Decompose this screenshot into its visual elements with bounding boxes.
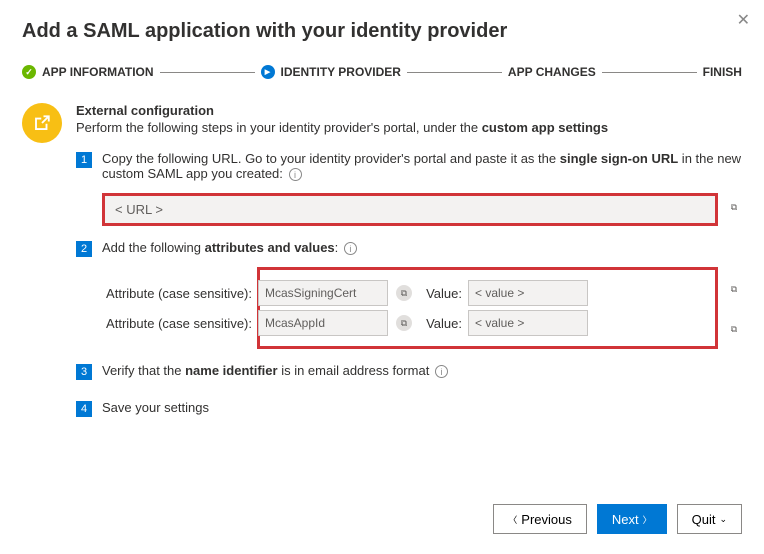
instruction-step-1: 1 Copy the following URL. Go to your ide…	[76, 151, 742, 226]
quit-button[interactable]: Quit⌄	[677, 504, 742, 534]
info-icon[interactable]: i	[289, 168, 302, 181]
step-divider	[602, 72, 697, 73]
attribute-name-input[interactable]	[258, 310, 388, 336]
chevron-right-icon: 〉	[643, 513, 652, 526]
copy-icon[interactable]: ⧉	[726, 321, 742, 337]
external-link-icon	[22, 103, 62, 143]
instruction-step-2: 2 Add the following attributes and value…	[76, 240, 742, 349]
step-number: 3	[76, 364, 92, 380]
value-label: Value:	[412, 316, 468, 331]
copy-icon[interactable]: ⧉	[396, 315, 412, 331]
check-icon	[22, 65, 36, 79]
next-button[interactable]: Next〉	[597, 504, 667, 534]
step-number: 4	[76, 401, 92, 417]
play-icon	[261, 65, 275, 79]
attributes-box: Attribute (case sensitive): ⧉ Value: Att…	[257, 267, 718, 349]
step-divider	[160, 72, 255, 73]
step-number: 1	[76, 152, 92, 168]
step-number: 2	[76, 241, 92, 257]
dialog-title: Add a SAML application with your identit…	[22, 20, 742, 43]
instruction-step-4: 4 Save your settings	[76, 400, 742, 423]
step-app-changes: APP CHANGES	[508, 65, 596, 79]
step-4-text: Save your settings	[102, 400, 742, 415]
section-description: Perform the following steps in your iden…	[76, 120, 742, 135]
chevron-down-icon: ⌄	[719, 514, 727, 525]
stepper: APP INFORMATION IDENTITY PROVIDER APP CH…	[22, 65, 742, 79]
previous-button[interactable]: 〈Previous	[493, 504, 587, 534]
copy-icon[interactable]: ⧉	[726, 200, 742, 216]
step-identity-provider: IDENTITY PROVIDER	[261, 65, 401, 79]
step-1-text: Copy the following URL. Go to your ident…	[102, 151, 742, 181]
attribute-label: Attribute (case sensitive):	[103, 316, 258, 331]
attribute-value-input[interactable]	[468, 280, 588, 306]
sso-url-box: < URL >	[102, 193, 718, 226]
attribute-value-input[interactable]	[468, 310, 588, 336]
step-app-information: APP INFORMATION	[22, 65, 154, 79]
copy-icon[interactable]: ⧉	[726, 281, 742, 297]
step-2-text: Add the following attributes and values:…	[102, 240, 742, 255]
instruction-step-3: 3 Verify that the name identifier is in …	[76, 363, 742, 386]
value-label: Value:	[412, 286, 468, 301]
button-bar: 〈Previous Next〉 Quit⌄	[493, 504, 742, 534]
section-title: External configuration	[76, 103, 742, 118]
attribute-name-input[interactable]	[258, 280, 388, 306]
step-divider	[407, 72, 502, 73]
step-finish: FINISH	[703, 65, 742, 79]
chevron-left-icon: 〈	[508, 513, 517, 526]
copy-icon[interactable]: ⧉	[396, 285, 412, 301]
info-icon[interactable]: i	[435, 365, 448, 378]
step-3-text: Verify that the name identifier is in em…	[102, 363, 742, 378]
attribute-label: Attribute (case sensitive):	[103, 286, 258, 301]
close-icon[interactable]: ✕	[737, 10, 750, 30]
info-icon[interactable]: i	[344, 242, 357, 255]
sso-url-value: < URL >	[115, 202, 705, 217]
